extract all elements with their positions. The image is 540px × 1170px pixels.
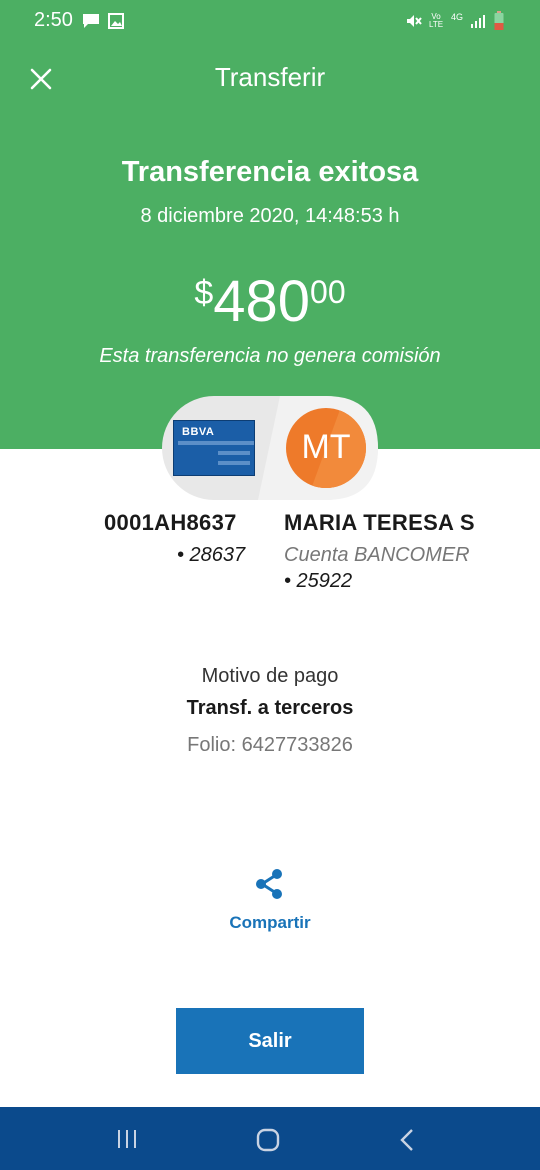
origin-masked-number: • 28637 (177, 544, 246, 566)
fee-note: Esta transferencia no genera comisión (99, 345, 441, 367)
signal-icon (471, 15, 485, 28)
message-icon (83, 14, 99, 28)
recipient-name: MARIA TERESA S (284, 510, 475, 535)
recipient-bank: Cuenta BANCOMER (284, 544, 470, 566)
network-label: 4G (451, 12, 464, 22)
status-bar: 2:50 Vo LTE 4G (0, 0, 540, 42)
amount-integer: 480 (213, 269, 311, 334)
bank-logo-text: BBVA (182, 426, 215, 438)
recent-apps-icon[interactable] (116, 1129, 138, 1149)
recipient-masked-number: • 25922 (284, 570, 353, 592)
android-nav-bar (0, 1107, 540, 1170)
status-time: 2:50 (34, 9, 73, 31)
home-icon[interactable] (256, 1128, 280, 1152)
exit-button[interactable]: Salir (176, 1008, 364, 1074)
transfer-datetime: 8 diciembre 2020, 14:48:53 h (140, 205, 400, 227)
folio-number: Folio: 6427733826 (187, 734, 353, 756)
battery-icon (494, 11, 504, 30)
amount-currency: $ (194, 274, 214, 312)
share-button[interactable]: Compartir (0, 913, 540, 933)
origin-account: 0001AH8637 (104, 510, 237, 535)
volte-label: Vo LTE (429, 12, 444, 29)
back-icon[interactable] (398, 1128, 416, 1152)
amount-decimals: 00 (310, 274, 346, 310)
gallery-icon (108, 13, 124, 29)
recipient-avatar: MT (286, 408, 366, 488)
share-icon[interactable] (253, 868, 285, 900)
mute-icon (407, 15, 422, 27)
transfer-parties-badge: BBVA MT (162, 396, 378, 500)
avatar-initials: MT (301, 428, 351, 466)
bbva-card-icon: BBVA (173, 420, 255, 476)
success-heading: Transferencia exitosa (121, 156, 419, 188)
transfer-amount: $48000 (0, 268, 540, 335)
reason-label: Motivo de pago (201, 665, 339, 687)
page-title: Transferir (214, 62, 326, 92)
reason-value: Transf. a terceros (186, 697, 354, 719)
